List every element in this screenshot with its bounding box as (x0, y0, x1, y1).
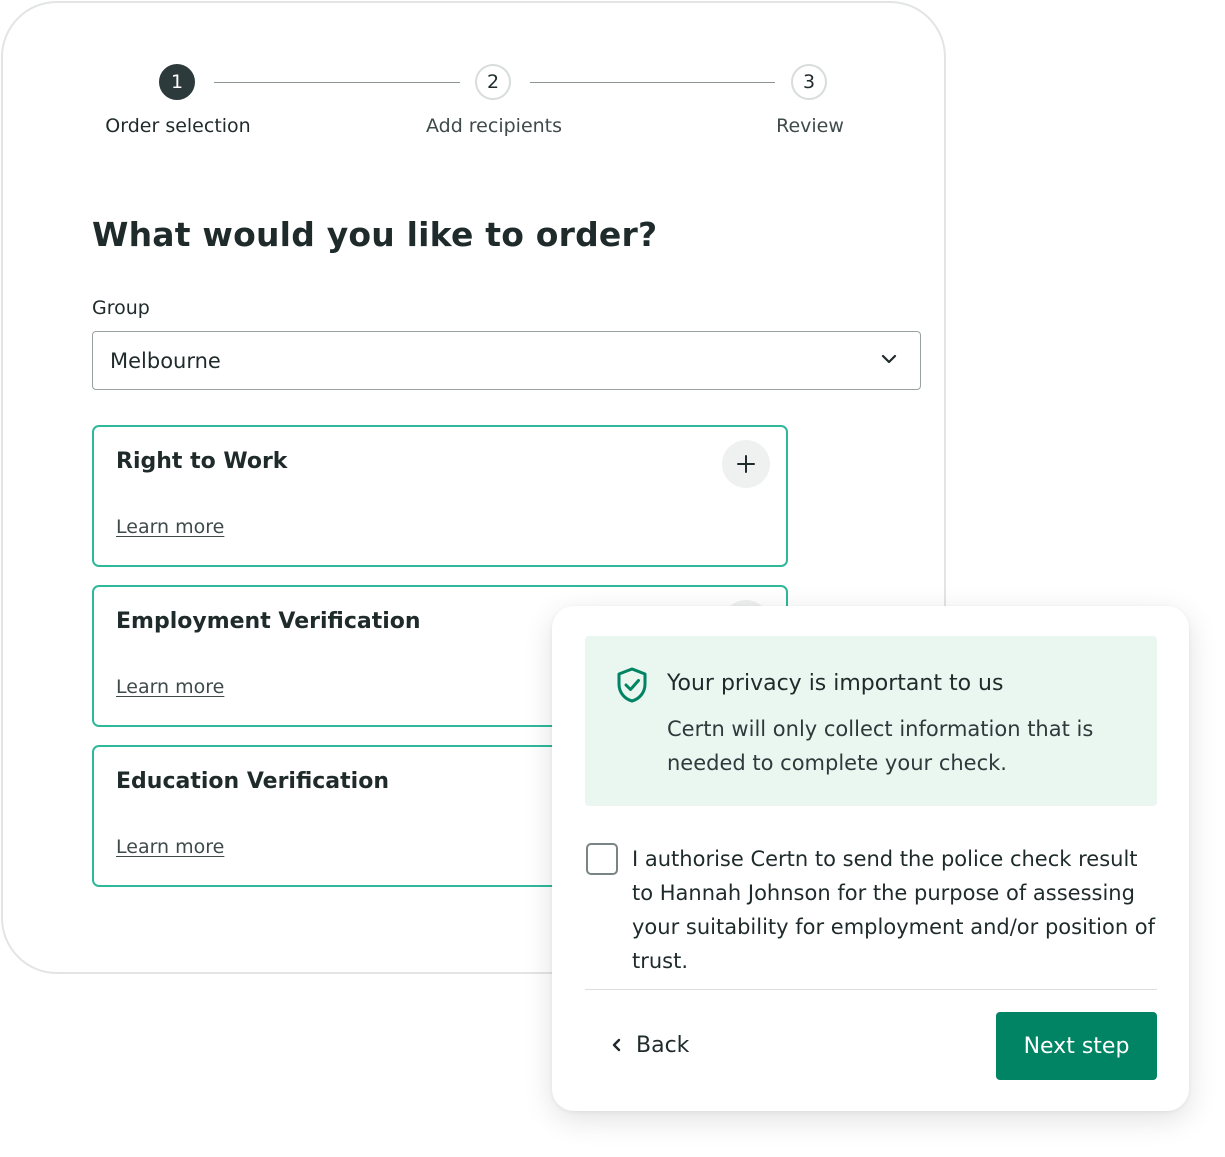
privacy-title: Your privacy is important to us (667, 671, 1004, 696)
group-label: Group (92, 297, 150, 319)
step-1-label: Order selection (105, 115, 251, 137)
step-3-circle: 3 (791, 64, 827, 100)
step-1-circle: 1 (159, 64, 195, 100)
shield-check-icon (617, 667, 647, 703)
consent-panel: Your privacy is important to us Certn wi… (552, 606, 1189, 1111)
chevron-down-icon (881, 354, 897, 364)
next-step-button[interactable]: Next step (996, 1012, 1157, 1080)
divider (585, 989, 1157, 990)
add-product-button[interactable] (722, 440, 770, 488)
learn-more-link[interactable]: Learn more (116, 516, 224, 538)
page-title: What would you like to order? (92, 215, 658, 254)
product-title: Education Verification (116, 769, 389, 794)
chevron-left-icon (612, 1038, 621, 1052)
privacy-text: Certn will only collect information that… (667, 717, 1094, 775)
step-2-label: Add recipients (425, 115, 563, 137)
back-button[interactable]: Back (610, 1028, 689, 1062)
group-select-value: Melbourne (110, 348, 221, 373)
step-2-circle: 2 (475, 64, 511, 100)
plus-icon (737, 455, 755, 473)
step-connector-1 (214, 82, 460, 83)
back-button-label: Back (636, 1032, 690, 1058)
learn-more-link[interactable]: Learn more (116, 676, 224, 698)
product-title: Right to Work (116, 449, 288, 474)
product-card-right-to-work[interactable]: Right to Work Learn more (92, 425, 788, 567)
step-3-label: Review (776, 115, 844, 137)
group-select[interactable]: Melbourne (92, 331, 921, 390)
privacy-notice: Your privacy is important to us Certn wi… (585, 636, 1157, 806)
learn-more-link[interactable]: Learn more (116, 836, 224, 858)
step-connector-2 (530, 82, 775, 83)
consent-label: I authorise Certn to send the police che… (632, 847, 1156, 973)
consent-checkbox[interactable] (586, 843, 618, 875)
product-title: Employment Verification (116, 609, 421, 634)
